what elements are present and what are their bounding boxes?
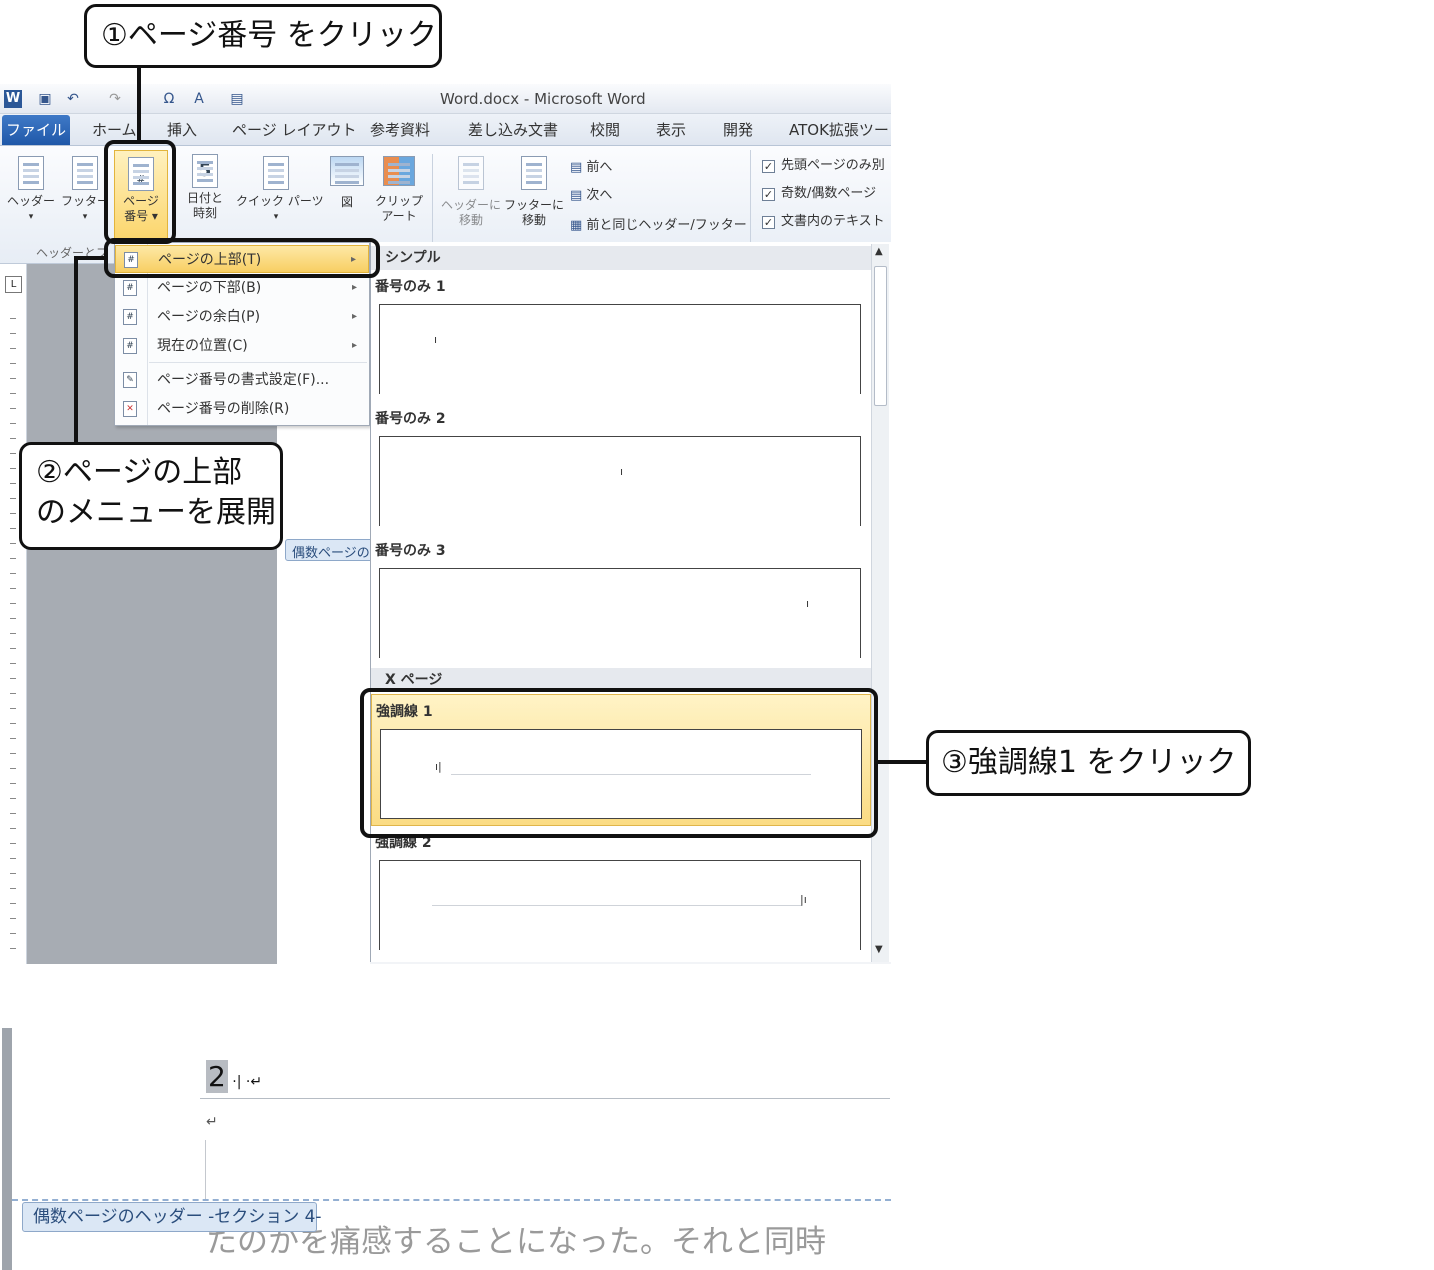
even-page-header-tag: 偶数ページのヘッダー -セクション 4- xyxy=(22,1202,322,1232)
next-button[interactable]: ▤ 次へ xyxy=(570,184,612,203)
header-button[interactable]: ヘッダー ▾ xyxy=(6,156,56,225)
callout-step3: ③強調線1 をクリック xyxy=(926,730,1251,796)
menu-item-bottom-of-page[interactable]: # ページの下部(B) ▸ xyxy=(115,274,369,302)
tab-mailings[interactable]: 差し込み文書 xyxy=(468,119,558,140)
word-icon: W xyxy=(4,90,22,108)
goto-header-icon xyxy=(458,156,484,190)
accent-bar-line xyxy=(200,1098,890,1099)
goto-footer-button[interactable]: フッターに 移動 xyxy=(504,156,564,228)
save-icon[interactable]: ▣ xyxy=(36,90,54,108)
inserted-page-number[interactable]: 2 ·| ·↵ xyxy=(206,1060,262,1093)
tab-review[interactable]: 校閲 xyxy=(590,119,620,140)
goto-header-button[interactable]: ヘッダーに 移動 xyxy=(440,156,502,228)
window-title: Word.docx - Microsoft Word xyxy=(440,90,646,108)
gallery-scrollbar[interactable]: ▲ ▼ xyxy=(871,244,889,962)
date-time-button[interactable]: 5 日付と 時刻 xyxy=(180,154,230,221)
even-page-header-label: 偶数ページの xyxy=(285,539,375,561)
menu-item-format-page-numbers[interactable]: ✎ ページ番号の書式設定(F)... xyxy=(115,366,369,394)
menu-item-current-position[interactable]: # 現在の位置(C) ▸ xyxy=(115,332,369,360)
scrollbar-thumb[interactable] xyxy=(874,266,887,406)
tab-insert[interactable]: 挿入 xyxy=(167,119,197,140)
scroll-down-icon[interactable]: ▼ xyxy=(875,944,883,955)
tab-developer[interactable]: 開発 xyxy=(723,119,753,140)
tab-atok[interactable]: ATOK拡張ツー xyxy=(789,119,889,140)
link-icon: ▦ xyxy=(570,218,587,233)
page-top-gallery: シンプル 番号のみ 1 ı 番号のみ 2 ı 番号のみ 3 ı X ページ 強調… xyxy=(370,242,891,962)
gallery-section-simple: シンプル xyxy=(371,246,871,270)
document-left-edge xyxy=(2,1028,12,1270)
link-to-previous-button[interactable]: ▦ 前と同じヘッダー/フッター xyxy=(570,214,747,233)
omega-icon[interactable]: Ω xyxy=(160,90,178,108)
quick-parts-button[interactable]: クイック パーツ ▾ xyxy=(236,156,324,225)
callout-step2: ②ページの上部 のメニューを展開 xyxy=(19,442,283,550)
scroll-up-icon[interactable]: ▲ xyxy=(875,246,883,257)
gallery-item-plain-number-1[interactable]: ı xyxy=(379,304,861,394)
gallery-item-label: 番号のみ 1 xyxy=(375,279,446,295)
clipart-button[interactable]: クリップ アート xyxy=(374,156,424,224)
menu-item-remove-page-numbers[interactable]: ✕ ページ番号の削除(R) xyxy=(115,395,369,423)
header-icon xyxy=(18,156,44,190)
format-icon: ✎ xyxy=(123,372,137,388)
prev-icon: ▤ xyxy=(570,160,587,175)
calendar-icon: 5 xyxy=(192,154,218,188)
vertical-ruler: L xyxy=(0,264,27,964)
tab-selector-icon[interactable]: L xyxy=(5,276,22,293)
menu-item-page-margins[interactable]: # ページの余白(P) ▸ xyxy=(115,303,369,331)
next-icon: ▤ xyxy=(570,188,587,203)
clipart-icon xyxy=(383,156,415,186)
goto-footer-icon xyxy=(521,156,547,190)
paragraph-mark: ↵ xyxy=(206,1114,218,1130)
tab-home[interactable]: ホーム xyxy=(92,119,137,140)
tab-file[interactable]: ファイル xyxy=(2,115,70,145)
tab-view[interactable]: 表示 xyxy=(656,119,686,140)
picture-icon xyxy=(330,156,364,186)
gallery-item-label: 番号のみ 2 xyxy=(375,411,446,427)
quick-access-toolbar: W ▣ ↶ ↷ Ω A ▤ Word.docx - Microsoft Word xyxy=(0,84,891,114)
header-boundary xyxy=(12,1199,891,1201)
prev-button[interactable]: ▤ 前へ xyxy=(570,156,612,175)
highlight-top-of-page xyxy=(104,238,380,278)
page-margin-icon: # xyxy=(123,309,137,325)
redo-icon[interactable]: ↷ xyxy=(106,90,124,108)
undo-icon[interactable]: ↶ xyxy=(64,90,82,108)
font-color-icon[interactable]: A xyxy=(190,90,208,108)
odd-even-pages-checkbox[interactable]: ✓ 奇数/偶数ページ xyxy=(762,182,876,201)
gallery-item-plain-number-2[interactable]: ı xyxy=(379,436,861,526)
highlight-page-number-button xyxy=(104,140,176,244)
current-position-icon: # xyxy=(123,338,137,354)
gallery-item-plain-number-3[interactable]: ı xyxy=(379,568,861,658)
paste-icon[interactable]: ▤ xyxy=(228,90,246,108)
gallery-item-accent-bar-2[interactable]: |ı xyxy=(379,860,861,950)
different-first-page-checkbox[interactable]: ✓ 先頭ページのみ別 xyxy=(762,154,885,173)
picture-button[interactable]: 図 xyxy=(322,156,372,210)
page-bottom-icon: # xyxy=(123,280,137,296)
delete-icon: ✕ xyxy=(123,401,137,417)
tab-page-layout[interactable]: ページ レイアウト xyxy=(232,119,356,140)
gallery-item-label: 番号のみ 3 xyxy=(375,543,446,559)
footer-button[interactable]: フッター ▾ xyxy=(60,156,110,225)
callout-step1: ①ページ番号 をクリック xyxy=(84,4,442,68)
tab-references[interactable]: 参考資料 xyxy=(370,119,430,140)
show-document-text-checkbox[interactable]: ✓ 文書内のテキスト xyxy=(762,210,885,229)
footer-icon xyxy=(72,156,98,190)
highlight-accent-bar-1 xyxy=(360,688,878,838)
quick-parts-icon xyxy=(263,156,289,190)
